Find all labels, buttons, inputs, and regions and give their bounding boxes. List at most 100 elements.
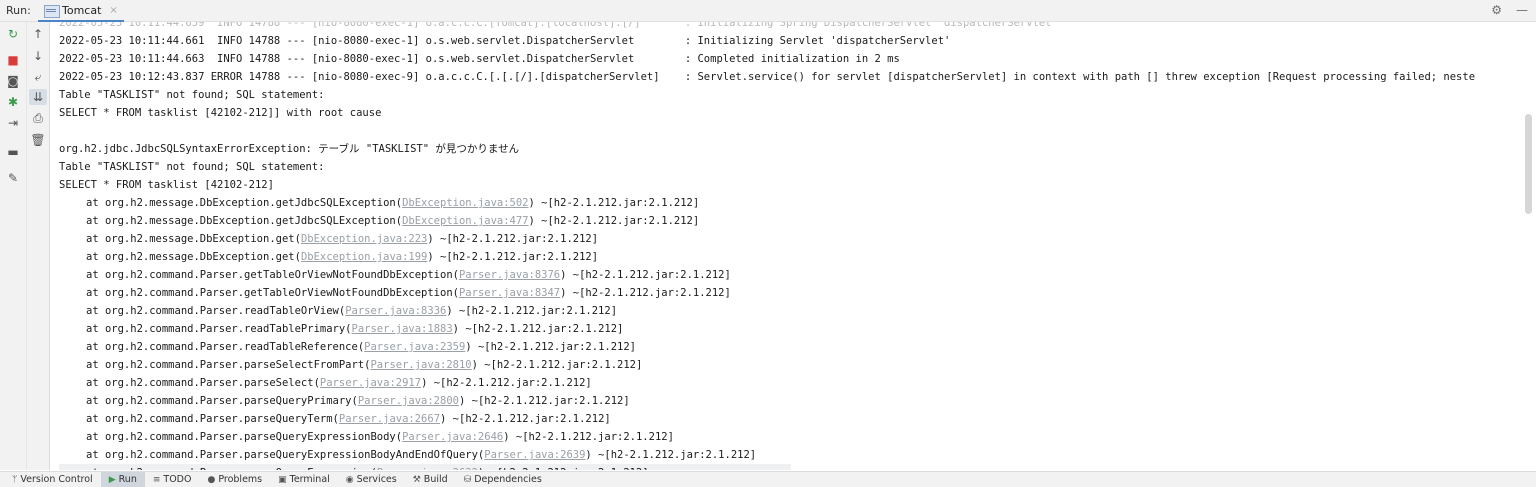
- print-icon[interactable]: ⎙: [29, 110, 47, 126]
- bottom-tab-version-control[interactable]: ᛘ Version Control: [4, 472, 101, 487]
- console-text: 2022-05-23 10:11:44.659 INFO 14788 --- […: [59, 22, 1058, 29]
- arrow-up-icon[interactable]: ↑: [29, 26, 47, 42]
- console-output[interactable]: 2022-05-23 10:11:44.659 INFO 14788 --- […: [51, 22, 1521, 470]
- jar-info: ) ~[h2-2.1.212.jar:2.1.212]: [421, 377, 592, 389]
- stack-trace-line: at org.h2.command.Parser.parseQueryPrima…: [59, 392, 1475, 410]
- console-line: SELECT * FROM tasklist [42102-212]] with…: [59, 104, 1475, 122]
- stack-trace-line: at org.h2.message.DbException.getJdbcSQL…: [59, 212, 1475, 230]
- source-link[interactable]: DbException.java:502: [402, 197, 528, 209]
- exit-icon[interactable]: ⇥: [4, 115, 22, 131]
- jar-info: ) ~[h2-2.1.212.jar:2.1.212]: [478, 467, 649, 470]
- services-icon: ◉: [345, 474, 354, 485]
- gear-icon[interactable]: ⚙: [1491, 3, 1502, 17]
- source-link[interactable]: Parser.java:8347: [459, 287, 560, 299]
- jar-info: ) ~[h2-2.1.212.jar:2.1.212]: [446, 305, 618, 317]
- source-link[interactable]: DbException.java:199: [301, 251, 427, 263]
- bottom-tab-run[interactable]: ▶ Run: [100, 471, 145, 487]
- stack-frame-method: at org.h2.command.Parser.parseSelectFrom…: [86, 359, 371, 371]
- stack-frame-method: at org.h2.command.Parser.parseQueryPrima…: [86, 395, 358, 407]
- source-link[interactable]: Parser.java:1883: [352, 323, 453, 335]
- jar-info: ) ~[h2-2.1.212.jar:2.1.212]: [471, 359, 643, 371]
- vertical-scrollbar[interactable]: [1521, 22, 1536, 470]
- stack-frame-method: at org.h2.command.Parser.readTableOrView…: [86, 305, 346, 317]
- bottom-tab-label: Problems: [218, 474, 263, 485]
- run-label: Run:: [6, 4, 31, 17]
- pin-icon[interactable]: ✎: [4, 170, 22, 186]
- trash-icon[interactable]: 🗑: [29, 132, 47, 148]
- jar-info: ) ~[h2-2.1.212.jar:2.1.212]: [458, 395, 630, 407]
- stack-trace-line: at org.h2.command.Parser.readTablePrimar…: [59, 320, 1475, 338]
- layout-icon[interactable]: ▬: [4, 144, 22, 160]
- console-text: 2022-05-23 10:11:44.663 INFO 14788 --- […: [59, 53, 900, 65]
- header-actions: ⚙ —: [1491, 3, 1528, 17]
- source-link[interactable]: Parser.java:2800: [358, 395, 459, 407]
- left-toolbar-primary: ↻ ■ ◙ ✱ ⇥ ▬ ✎: [0, 22, 27, 470]
- console-lines: 2022-05-23 10:11:44.659 INFO 14788 --- […: [59, 22, 1475, 470]
- tab-label: Tomcat: [62, 3, 102, 17]
- console-text: Table "TASKLIST" not found; SQL statemen…: [59, 89, 325, 101]
- jar-info: ) ~[h2-2.1.212.jar:2.1.212]: [585, 449, 757, 461]
- source-link[interactable]: Parser.java:2810: [370, 359, 471, 371]
- run-tool-window-header: Run: Tomcat × ⚙ —: [0, 0, 1536, 22]
- source-link[interactable]: Parser.java:2639: [484, 449, 585, 461]
- source-link[interactable]: Parser.java:8376: [459, 269, 560, 281]
- jar-info: ) ~[h2-2.1.212.jar:2.1.212]: [440, 413, 611, 425]
- arrow-down-icon[interactable]: ↓: [29, 48, 47, 64]
- source-link[interactable]: Parser.java:2359: [364, 341, 465, 353]
- camera-icon[interactable]: ◙: [4, 73, 22, 89]
- rerun-icon[interactable]: ↻: [4, 26, 22, 42]
- build-icon: ⚒: [412, 474, 421, 485]
- stack-frame-method: at org.h2.command.Parser.getTableOrViewN…: [86, 269, 459, 281]
- stack-frame-method: at org.h2.message.DbException.getJdbcSQL…: [86, 197, 403, 209]
- source-link[interactable]: Parser.java:2646: [402, 431, 503, 443]
- console-line: 2022-05-23 10:11:44.661 INFO 14788 --- […: [59, 32, 1475, 50]
- bottom-tab-services[interactable]: ◉ Services: [338, 472, 405, 487]
- bottom-tab-terminal[interactable]: ▣ Terminal: [270, 472, 338, 487]
- bottom-tab-todo[interactable]: ≡ TODO: [145, 472, 200, 487]
- console-text: SELECT * FROM tasklist [42102-212]: [59, 179, 274, 191]
- soft-wrap-icon[interactable]: ⤶: [29, 69, 47, 85]
- console-line: Table "TASKLIST" not found; SQL statemen…: [59, 158, 1475, 176]
- bottom-tab-build[interactable]: ⚒ Build: [405, 472, 456, 487]
- stack-frame-method: at org.h2.command.Parser.parseQueryExpre…: [86, 431, 403, 443]
- source-link[interactable]: Parser.java:2632: [377, 467, 478, 470]
- tab-tomcat[interactable]: Tomcat ×: [38, 0, 124, 22]
- console-line: Table "TASKLIST" not found; SQL statemen…: [59, 86, 1475, 104]
- bottom-tab-problems[interactable]: ● Problems: [199, 472, 270, 487]
- source-link[interactable]: Parser.java:2667: [339, 413, 440, 425]
- stack-frame-method: at org.h2.command.Parser.parseSelect(: [86, 377, 320, 389]
- source-link[interactable]: DbException.java:477: [402, 215, 528, 227]
- bottom-tab-label: Services: [356, 474, 397, 485]
- run-icon: ▶: [108, 474, 116, 485]
- stack-frame-method: at org.h2.message.DbException.get(: [86, 233, 301, 245]
- jar-info: ) ~[h2-2.1.212.jar:2.1.212]: [528, 197, 700, 209]
- stack-trace-line: at org.h2.command.Parser.readTableOrView…: [59, 302, 1475, 320]
- console-line: 2022-05-23 10:11:44.663 INFO 14788 --- […: [59, 50, 1475, 68]
- console-line: 2022-05-23 10:12:43.837 ERROR 14788 --- …: [59, 68, 1475, 86]
- minimize-icon[interactable]: —: [1516, 3, 1528, 17]
- bottom-tab-label: Build: [423, 474, 448, 485]
- source-link[interactable]: DbException.java:223: [301, 233, 427, 245]
- bottom-tab-dependencies[interactable]: ⛁ Dependencies: [456, 472, 550, 487]
- jar-info: ) ~[h2-2.1.212.jar:2.1.212]: [560, 287, 731, 299]
- stack-frame-method: at org.h2.command.Parser.parseQueryExpre…: [86, 449, 485, 461]
- tomcat-icon: [44, 4, 60, 18]
- debug-icon[interactable]: ✱: [4, 94, 22, 110]
- jar-info: ) ~[h2-2.1.212.jar:2.1.212]: [427, 251, 599, 263]
- scroll-to-end-icon[interactable]: ⇊: [29, 89, 47, 105]
- jar-info: ) ~[h2-2.1.212.jar:2.1.212]: [465, 341, 636, 353]
- console-line: org.h2.jdbc.JdbcSQLSyntaxErrorException:…: [59, 140, 1475, 158]
- source-link[interactable]: Parser.java:8336: [345, 305, 446, 317]
- close-icon[interactable]: ×: [109, 5, 117, 16]
- console-text: 2022-05-23 10:12:43.837 ERROR 14788 --- …: [59, 71, 1476, 83]
- todo-icon: ≡: [152, 474, 161, 485]
- bottom-tool-window-bar: ᛘ Version Control ▶ Run ≡ TODO ● Problems ▣ Termi…: [0, 471, 1536, 487]
- stop-icon[interactable]: ■: [4, 52, 22, 68]
- console-text: 2022-05-23 10:11:44.661 INFO 14788 --- […: [59, 35, 951, 47]
- stack-frame-method: at org.h2.command.Parser.readTablePrimar…: [86, 323, 352, 335]
- scrollbar-thumb[interactable]: [1525, 114, 1532, 214]
- stack-trace-line: at org.h2.command.Parser.parseQueryExpre…: [59, 464, 791, 470]
- source-link[interactable]: Parser.java:2917: [320, 377, 421, 389]
- jar-info: ) ~[h2-2.1.212.jar:2.1.212]: [427, 233, 599, 245]
- terminal-icon: ▣: [278, 474, 287, 485]
